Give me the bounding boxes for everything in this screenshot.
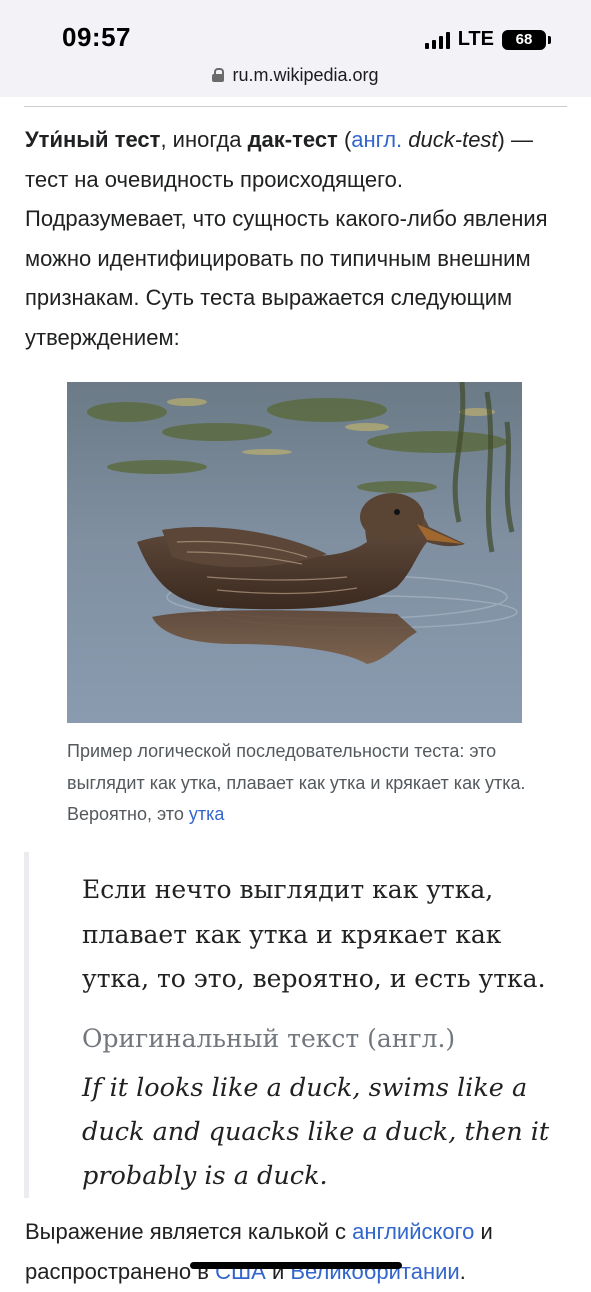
network-type: LTE bbox=[457, 28, 494, 50]
url-domain[interactable]: ru.m.wikipedia.org bbox=[232, 65, 378, 86]
battery-level: 68 bbox=[502, 29, 546, 50]
english-link[interactable]: английского bbox=[352, 1219, 474, 1244]
status-time: 09:57 bbox=[62, 22, 131, 52]
duck-figure[interactable] bbox=[67, 382, 522, 723]
figure-caption: Пример логической последовательности тес… bbox=[67, 741, 526, 824]
term-bold: Ути́ный тест bbox=[25, 127, 161, 152]
battery-icon: 68 bbox=[502, 29, 551, 50]
alt-term-bold: дак-тест bbox=[247, 127, 338, 152]
lead-paragraph: Ути́ный тест, иногда дак-тест (англ. duc… bbox=[25, 127, 548, 350]
next-paragraph: Выражение является калькой с английского… bbox=[25, 1219, 493, 1284]
lock-icon bbox=[212, 68, 225, 82]
duck-photo[interactable] bbox=[67, 382, 522, 723]
browser-chrome: 09:57 LTE 68 ru.m.wikipedia.org bbox=[0, 0, 591, 97]
home-indicator[interactable] bbox=[190, 1262, 402, 1269]
blockquote: Если нечто выглядит как утка, плавает ка… bbox=[24, 852, 574, 1198]
caption-duck-link[interactable]: утка bbox=[189, 804, 225, 824]
english-term: duck-test bbox=[402, 127, 498, 152]
quote-russian: Если нечто выглядит как утка, плавает ка… bbox=[82, 875, 546, 993]
english-language-link[interactable]: англ. bbox=[351, 127, 402, 152]
address-bar[interactable]: ru.m.wikipedia.org bbox=[0, 62, 591, 88]
section-divider bbox=[24, 106, 567, 107]
article-body: Ути́ный тест, иногда дак-тест (англ. duc… bbox=[25, 120, 565, 357]
quote-original-label: Оригинальный текст (англ.) bbox=[82, 1024, 456, 1053]
quote-english: If it looks like a duck, swims like a du… bbox=[82, 1073, 550, 1191]
cellular-signal-icon bbox=[424, 31, 450, 49]
status-indicators: LTE 68 bbox=[424, 28, 551, 51]
